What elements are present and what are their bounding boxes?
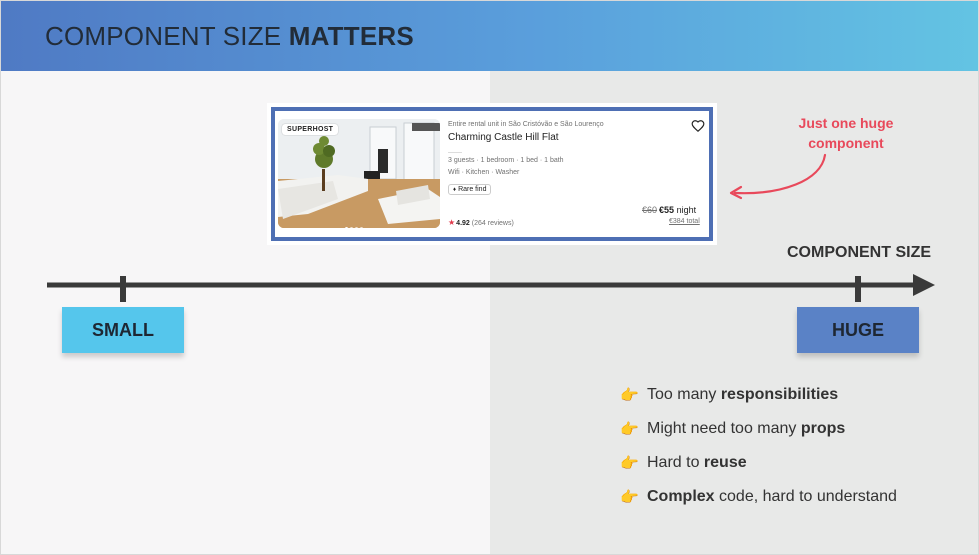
pagination-dot[interactable]	[355, 227, 358, 230]
listing-rating: ★4.92 (264 reviews)	[448, 218, 514, 227]
listing-title[interactable]: Charming Castle Hill Flat	[448, 132, 559, 143]
bullet-bold: props	[800, 420, 846, 437]
listing-amenities: Wifi · Kitchen · Washer	[448, 169, 520, 176]
header-bar: COMPONENT SIZE MATTERS	[1, 1, 978, 71]
listing-price: €60 €55 night	[642, 205, 696, 215]
listing-subtitle: Entire rental unit in São Cristóvão e Sã…	[448, 121, 604, 128]
rating-score: 4.92	[456, 220, 470, 227]
title-prefix: COMPONENT SIZE	[45, 21, 289, 51]
annotation-line-1: Just one huge	[798, 115, 894, 131]
gem-icon: ♦	[453, 187, 457, 193]
price-new: €55	[659, 205, 675, 215]
pointing-hand-icon: 👉	[620, 421, 639, 438]
bullet-text: Complex code, hard to understand	[647, 488, 897, 506]
bullet-bold: reuse	[703, 454, 747, 471]
pointing-hand-icon: 👉	[620, 387, 639, 404]
bullet-pre: Might need too many	[647, 420, 801, 437]
pointing-hand-icon: 👉	[620, 489, 639, 506]
review-count: (264 reviews)	[471, 220, 514, 227]
pagination-dot[interactable]	[360, 227, 363, 230]
annotation-line-2: component	[808, 135, 884, 151]
listing-divider	[448, 152, 462, 153]
page-title: COMPONENT SIZE MATTERS	[45, 21, 414, 52]
star-icon: ★	[448, 218, 456, 227]
heart-icon[interactable]	[691, 119, 705, 133]
small-label-box: SMALL	[62, 307, 184, 353]
price-total-link[interactable]: €384 total	[669, 218, 700, 225]
huge-label-box: HUGE	[797, 307, 919, 353]
pointing-hand-icon: 👉	[620, 455, 639, 472]
photo-pagination-dots[interactable]	[345, 217, 365, 235]
annotation-text: Just one huge component	[781, 113, 911, 153]
rare-find-tag: ♦ Rare find	[448, 184, 492, 195]
superhost-badge: SUPERHOST	[282, 124, 339, 135]
bullet-pre: Too many	[647, 386, 721, 403]
pagination-dot[interactable]	[350, 227, 353, 230]
bullet-bold: responsibilities	[720, 386, 839, 403]
annotation-arrow-icon	[729, 153, 827, 200]
pagination-dot[interactable]	[345, 227, 348, 230]
bullet-text: Too many responsibilities	[647, 386, 838, 404]
bullet-bold: Complex	[647, 488, 715, 505]
bullet-text: Hard to reuse	[647, 454, 747, 472]
listing-photo[interactable]	[278, 119, 440, 228]
rare-find-label: Rare find	[458, 186, 487, 193]
room-illustration	[278, 119, 440, 228]
bullet-text: Might need too many props	[647, 420, 845, 438]
price-unit: night	[674, 205, 697, 215]
axis-label: COMPONENT SIZE	[787, 244, 932, 261]
bullet-pre: Hard to	[647, 454, 704, 471]
title-bold: MATTERS	[288, 21, 414, 51]
listing-details: 3 guests · 1 bedroom · 1 bed · 1 bath	[448, 157, 564, 164]
price-old: €60	[642, 205, 658, 215]
bullet-post: code, hard to understand	[714, 488, 897, 505]
slide: COMPONENT SIZE MATTERS SUPERHOST Entire …	[0, 0, 979, 555]
